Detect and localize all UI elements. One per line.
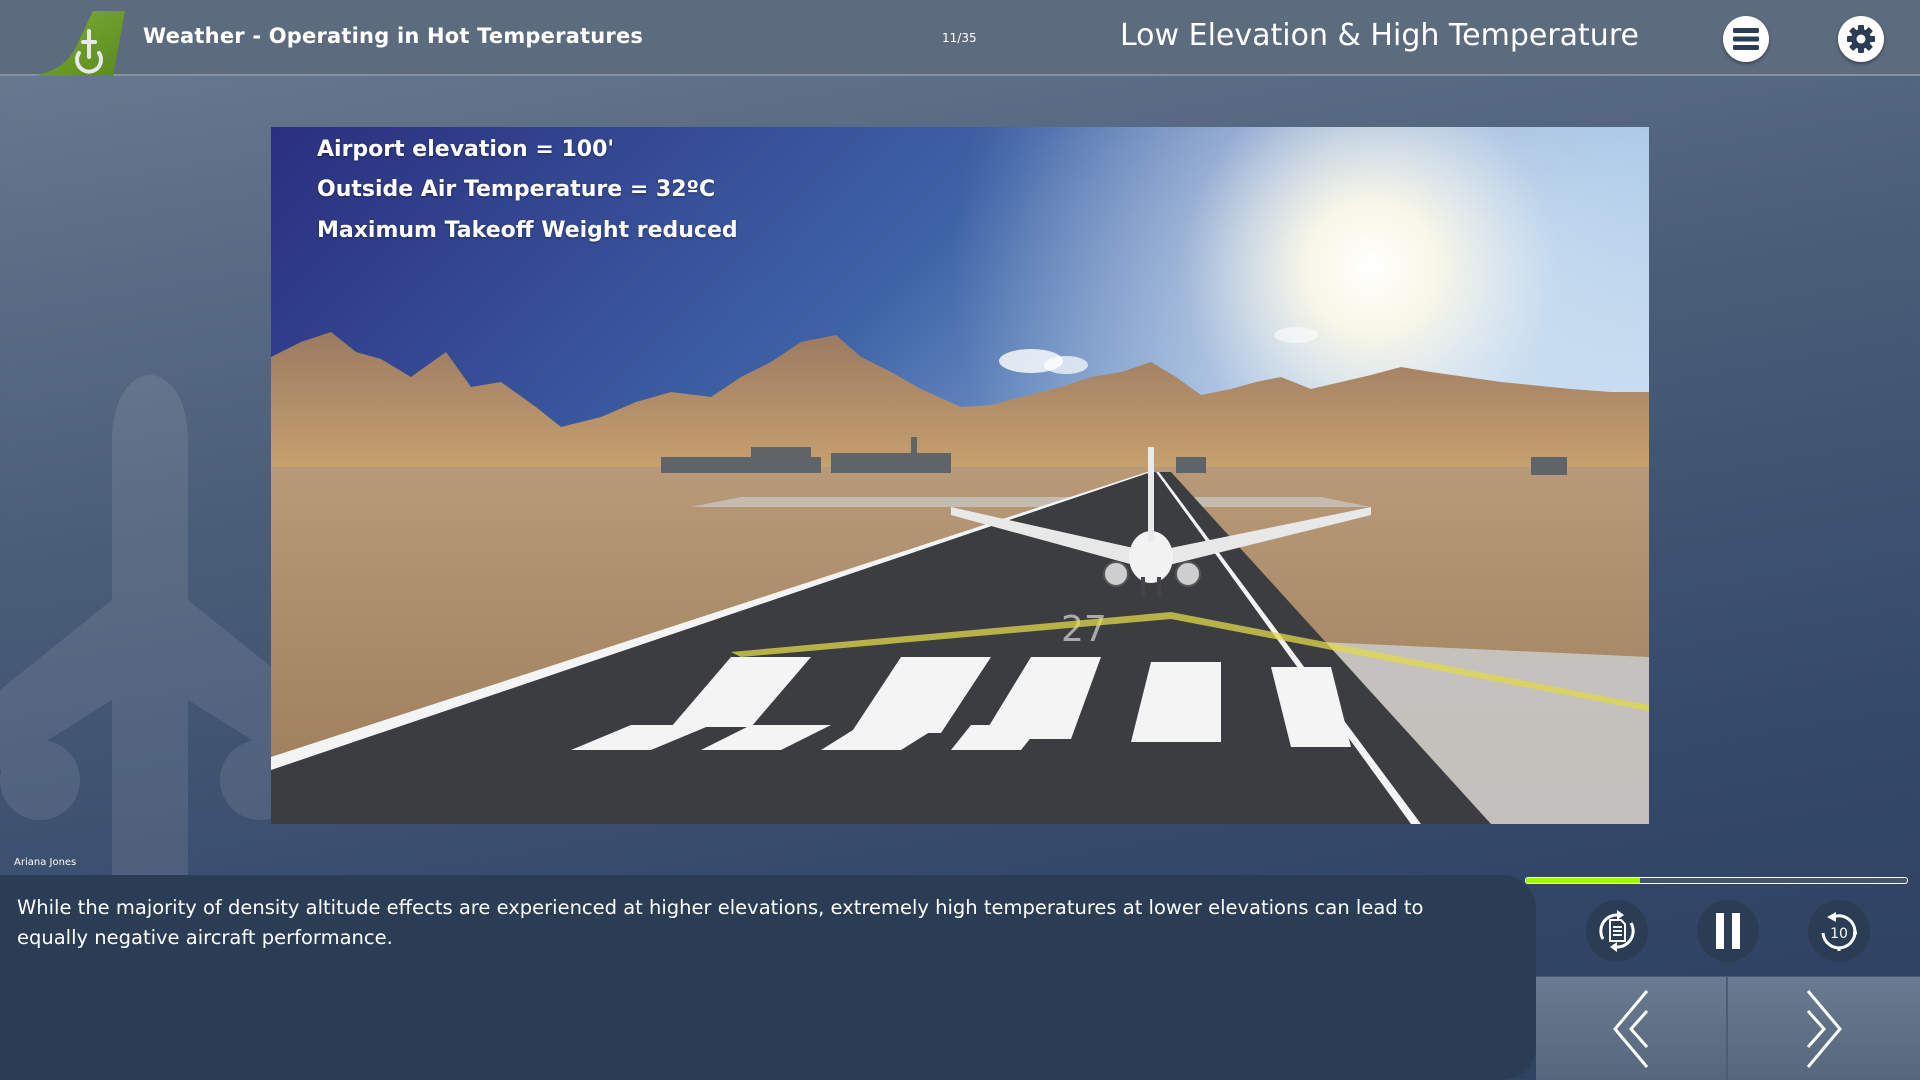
speaker-name: Ariana Jones xyxy=(14,857,77,868)
slide-title: Low Elevation & High Temperature xyxy=(1120,18,1639,53)
progress-fill xyxy=(1526,878,1641,883)
hamburger-menu-icon xyxy=(1733,28,1759,50)
tail-fin-logo xyxy=(33,11,125,76)
header-bar: Weather - Operating in Hot Temperatures … xyxy=(0,0,1920,76)
svg-text:10: 10 xyxy=(1830,926,1848,942)
transcript-panel: While the majority of density altitude e… xyxy=(0,875,1536,1080)
previous-button[interactable] xyxy=(1536,977,1728,1080)
settings-button[interactable] xyxy=(1838,16,1884,62)
pause-icon xyxy=(1716,913,1740,949)
rewind-10-icon: 10 xyxy=(1821,912,1857,951)
slide-scene-image: 27 Airport elevation = 100' Outside Air … xyxy=(271,127,1649,824)
transcript-toggle-button[interactable] xyxy=(1586,900,1648,962)
rewind-10-button[interactable]: 10 xyxy=(1808,900,1870,962)
transcript-text: While the majority of density altitude e… xyxy=(17,896,1424,949)
document-refresh-icon xyxy=(1599,910,1635,952)
double-chevron-left-icon xyxy=(1613,990,1649,1068)
playback-controls: 10 xyxy=(1536,890,1920,975)
runway-number: 27 xyxy=(1061,609,1107,650)
course-title: Weather - Operating in Hot Temperatures xyxy=(143,24,644,48)
scene-line-elevation: Airport elevation = 100' xyxy=(317,137,615,162)
menu-button[interactable] xyxy=(1723,16,1769,62)
scene-line-weight: Maximum Takeoff Weight reduced xyxy=(317,218,738,243)
pause-button[interactable] xyxy=(1697,900,1759,962)
chevron-right-icon xyxy=(1806,990,1842,1068)
scene-line-temperature: Outside Air Temperature = 32ºC xyxy=(317,177,716,202)
navigation-row xyxy=(1536,976,1920,1080)
page-counter: 11/35 xyxy=(942,31,977,45)
progress-bar[interactable] xyxy=(1525,877,1908,884)
gear-icon xyxy=(1847,25,1875,53)
next-button[interactable] xyxy=(1728,977,1920,1080)
